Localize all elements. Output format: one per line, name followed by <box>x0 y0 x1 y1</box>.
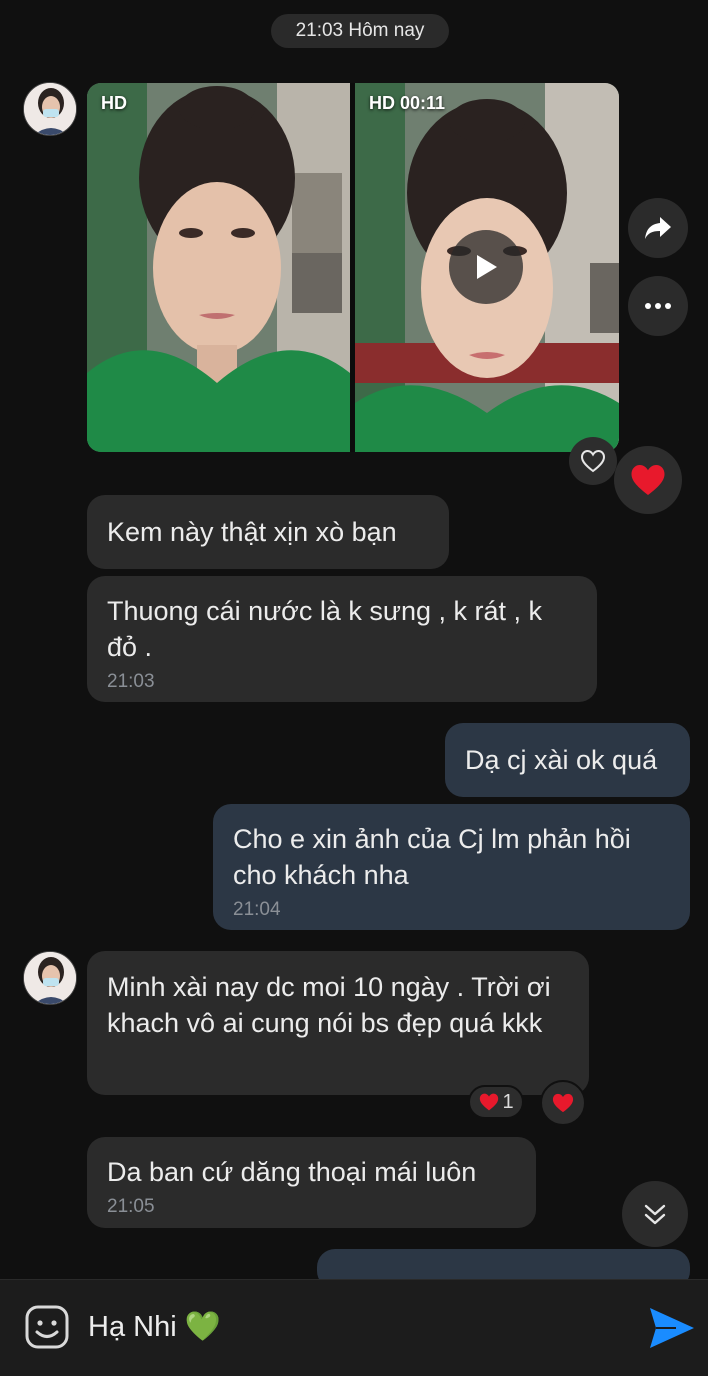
more-button[interactable] <box>628 276 688 336</box>
message-bubble-outgoing[interactable]: Cho e xin ảnh của Cj lm phản hồi cho khá… <box>213 804 690 930</box>
message-time: 21:03 <box>107 671 155 692</box>
video-duration: 00:11 <box>400 93 446 113</box>
react-button[interactable] <box>569 437 617 485</box>
media-message: HD HD 00:11 <box>87 83 619 452</box>
message-text: Dạ cj xài ok quá <box>465 745 658 775</box>
scroll-to-bottom-button[interactable] <box>622 1181 688 1247</box>
sender-avatar[interactable] <box>23 82 77 136</box>
sticker-icon <box>25 1305 69 1349</box>
heart-icon <box>631 465 665 495</box>
message-bubble-outgoing[interactable]: Dạ cj xài ok quá <box>445 723 690 797</box>
play-button[interactable] <box>449 230 523 304</box>
message-composer: Hạ Nhi 💚 <box>0 1279 708 1376</box>
date-separator: 21:03 Hôm nay <box>271 14 449 48</box>
message-bubble-incoming[interactable]: Minh xài nay dc moi 10 ngày . Trời ơi kh… <box>87 951 589 1095</box>
message-bubble-incoming[interactable]: Kem này thật xịn xò bạn <box>87 495 449 569</box>
message-bubble-incoming[interactable]: Thuong cái nước là k sưng , k rát , k đỏ… <box>87 576 597 702</box>
message-text: Cho e xin ảnh của Cj lm phản hồi cho khá… <box>233 824 631 890</box>
send-button[interactable] <box>646 1302 698 1354</box>
photo-thumbnail[interactable]: HD <box>87 83 350 452</box>
heart-icon <box>480 1093 499 1111</box>
sticker-button[interactable] <box>24 1304 70 1350</box>
video-hd-badge: HD 00:11 <box>369 93 445 114</box>
chevrons-down-icon <box>644 1204 666 1225</box>
heart-reaction[interactable] <box>614 446 682 514</box>
message-text: Da ban cứ dăng thoại mái luôn <box>107 1157 477 1187</box>
message-text: Minh xài nay dc moi 10 ngày . Trời ơi kh… <box>107 972 551 1038</box>
hd-badge: HD <box>101 93 127 113</box>
heart-outline-icon <box>580 449 606 473</box>
heart-icon <box>552 1093 574 1113</box>
share-icon <box>645 217 671 239</box>
message-text: Kem này thật xịn xò bạn <box>107 517 397 547</box>
message-input[interactable]: Hạ Nhi 💚 <box>88 1308 221 1346</box>
message-time: 21:05 <box>107 1196 155 1217</box>
share-button[interactable] <box>628 198 688 258</box>
heart-reaction[interactable] <box>540 1080 586 1126</box>
video-badge-label: HD <box>369 93 395 113</box>
message-bubble-incoming[interactable]: Da ban cứ dăng thoại mái luôn 21:05 <box>87 1137 536 1228</box>
send-icon <box>650 1308 694 1348</box>
sender-avatar[interactable] <box>23 951 77 1005</box>
reaction-summary[interactable]: 1 <box>468 1085 524 1119</box>
play-icon <box>477 255 497 279</box>
more-icon <box>645 303 671 309</box>
message-time: 21:04 <box>233 899 281 920</box>
reaction-count: 1 <box>502 1090 514 1113</box>
message-text: Thuong cái nước là k sưng , k rát , k đỏ… <box>107 596 543 662</box>
